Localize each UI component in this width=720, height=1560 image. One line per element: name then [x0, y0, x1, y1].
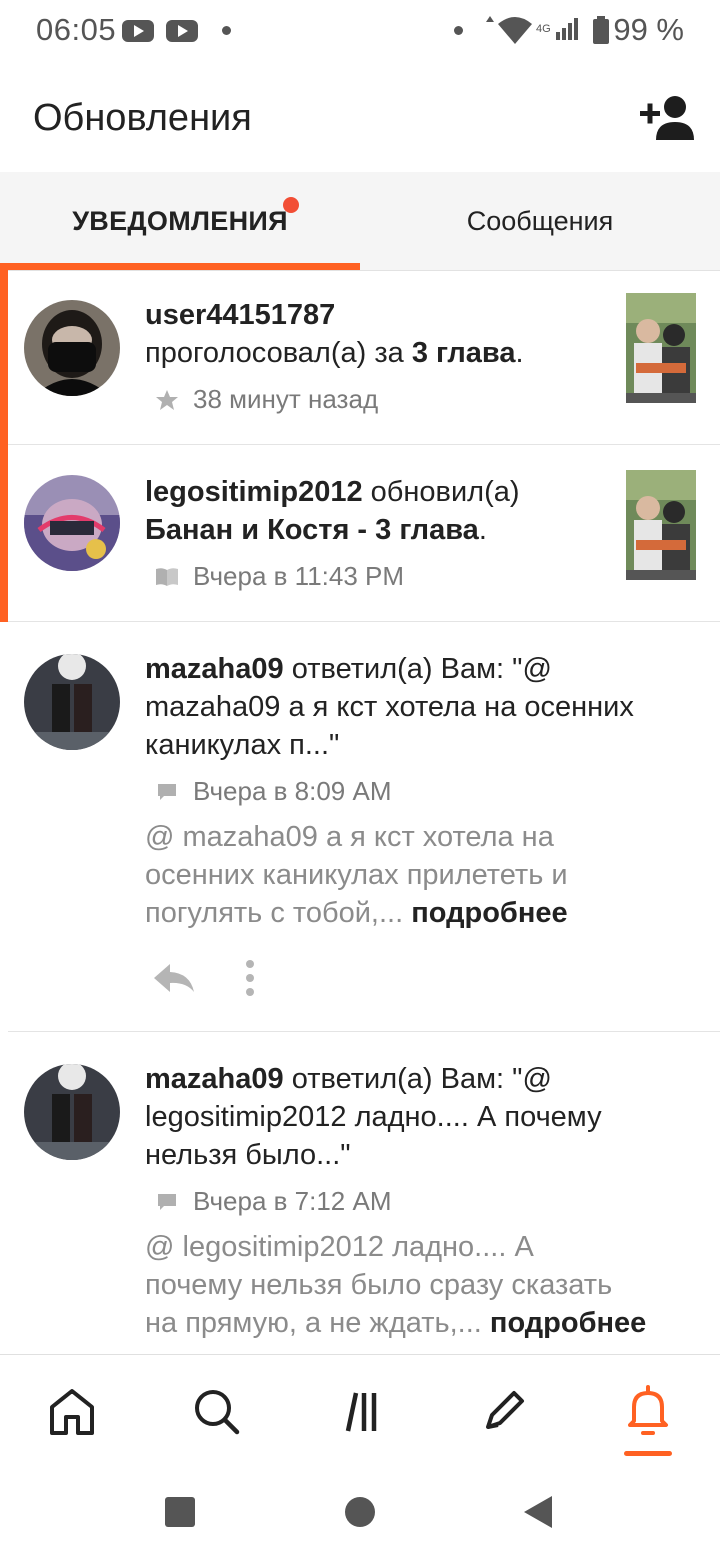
timestamp: Вчера в 11:43 PM [193, 561, 405, 591]
punctuation: . [478, 514, 487, 546]
svg-text:4G: 4G [536, 23, 551, 35]
comment-preview[interactable]: @ legositimip2012 ладно.... А почему нел… [145, 1228, 695, 1342]
recents-icon[interactable] [164, 1496, 196, 1528]
bottom-navigation [0, 1354, 720, 1467]
tab-notifications-label: УВЕДОМЛЕНИЯ [72, 205, 288, 236]
notification-quote: mazaha09 а я кст хотела на осенних [145, 691, 634, 723]
status-time: 06:05 [36, 12, 117, 47]
notifications-bell-icon[interactable] [618, 1381, 678, 1441]
preview-line: погулять с тобой,... [145, 897, 404, 929]
notification-text: mazaha09 ответил(а) Вам: "@ legositimip2… [145, 1060, 602, 1174]
notification-action: ответил(а) Вам: "@ [291, 653, 552, 685]
tab-bar: УВЕДОМЛЕНИЯ Сообщения [0, 172, 720, 271]
notification-text: user44151787 проголосовал(а) за 3 глава. [145, 296, 524, 372]
notification-action: ответил(а) Вам: "@ [291, 1063, 552, 1095]
notification-action: проголосовал(а) за [145, 337, 404, 369]
username[interactable]: user44151787 [145, 299, 335, 331]
more-options-icon[interactable] [240, 958, 260, 998]
punctuation: . [515, 337, 524, 369]
comment-notifications: mazaha09 ответил(а) Вам: "@ mazaha09 а я… [0, 622, 720, 1354]
preview-line: @ legositimip2012 ладно.... А [145, 1231, 534, 1263]
notification-dot-icon [222, 26, 231, 35]
story-cover-thumbnail[interactable] [626, 470, 696, 580]
timestamp: 38 минут назад [193, 384, 379, 414]
notification-dot-icon [454, 26, 463, 35]
timestamp: Вчера в 7:12 AM [193, 1186, 392, 1216]
app-bar: Обновления [0, 64, 720, 172]
notification-action: обновил(а) [370, 476, 520, 508]
read-more-link[interactable]: подробнее [490, 1307, 646, 1339]
notification-item[interactable]: legositimip2012 обновил(а) Банан и Костя… [0, 445, 720, 622]
notification-quote: legositimip2012 ладно.... А почему [145, 1101, 602, 1133]
cellular-signal-icon: 4G [536, 18, 578, 40]
write-icon[interactable] [474, 1381, 534, 1441]
comment-icon [158, 783, 176, 800]
preview-line: @ mazaha09 а я кст хотела на [145, 821, 554, 853]
battery-icon [593, 16, 609, 44]
wifi-icon [486, 16, 532, 44]
tab-messages[interactable]: Сообщения [360, 172, 720, 270]
notification-quote: нельзя было..." [145, 1139, 351, 1171]
library-icon[interactable] [330, 1381, 390, 1441]
comment-icon [158, 1193, 176, 1210]
youtube-icon [122, 20, 154, 42]
book-icon [156, 567, 178, 586]
unread-badge [283, 197, 299, 213]
comment-preview[interactable]: @ mazaha09 а я кст хотела на осенних кан… [145, 818, 695, 932]
story-link[interactable]: 3 глава [412, 337, 516, 369]
read-more-link[interactable]: подробнее [411, 897, 567, 929]
youtube-icon [166, 20, 198, 42]
page-title: Обновления [33, 97, 252, 139]
tab-notifications[interactable]: УВЕДОМЛЕНИЯ [0, 172, 360, 270]
notification-item[interactable]: mazaha09 ответил(а) Вам: "@ legositimip2… [0, 1032, 720, 1354]
notification-quote: каникулах п..." [145, 729, 340, 761]
search-icon[interactable] [186, 1381, 246, 1441]
avatar[interactable] [24, 300, 120, 396]
username[interactable]: mazaha09 [145, 1063, 284, 1095]
avatar[interactable] [24, 654, 120, 750]
notification-meta: Вчера в 11:43 PM [155, 561, 404, 592]
notification-meta: Вчера в 7:12 AM [155, 1186, 392, 1217]
star-icon [156, 389, 178, 410]
notification-meta: Вчера в 8:09 AM [155, 776, 392, 807]
story-cover-thumbnail[interactable] [626, 293, 696, 403]
battery-level: 99 % [613, 12, 684, 47]
notification-text: legositimip2012 обновил(а) Банан и Костя… [145, 473, 520, 549]
home-icon[interactable] [42, 1381, 102, 1441]
back-icon[interactable] [522, 1494, 554, 1530]
home-button-icon[interactable] [344, 1496, 376, 1528]
story-link[interactable]: Банан и Костя - 3 глава [145, 514, 479, 546]
avatar[interactable] [24, 475, 120, 571]
username[interactable]: legositimip2012 [145, 476, 363, 508]
notification-item[interactable]: mazaha09 ответил(а) Вам: "@ mazaha09 а я… [0, 622, 720, 1032]
avatar[interactable] [24, 1064, 120, 1160]
add-friend-icon[interactable] [640, 94, 696, 142]
reply-icon[interactable] [150, 960, 198, 996]
active-tab-indicator [0, 263, 360, 270]
status-bar: 06:05 4G 99 % [0, 0, 720, 64]
preview-line: осенних каникулах прилететь и [145, 859, 568, 891]
system-navigation-bar [0, 1466, 720, 1560]
timestamp: Вчера в 8:09 AM [193, 776, 392, 806]
preview-line: на прямую, а не ждать,... [145, 1307, 482, 1339]
tab-messages-label: Сообщения [466, 205, 614, 236]
notification-item[interactable]: user44151787 проголосовал(а) за 3 глава.… [0, 270, 720, 445]
active-nav-indicator [624, 1451, 672, 1456]
username[interactable]: mazaha09 [145, 653, 284, 685]
notification-meta: 38 минут назад [155, 384, 378, 415]
preview-line: почему нельзя было сразу сказать [145, 1269, 613, 1301]
notification-text: mazaha09 ответил(а) Вам: "@ mazaha09 а я… [145, 650, 634, 764]
